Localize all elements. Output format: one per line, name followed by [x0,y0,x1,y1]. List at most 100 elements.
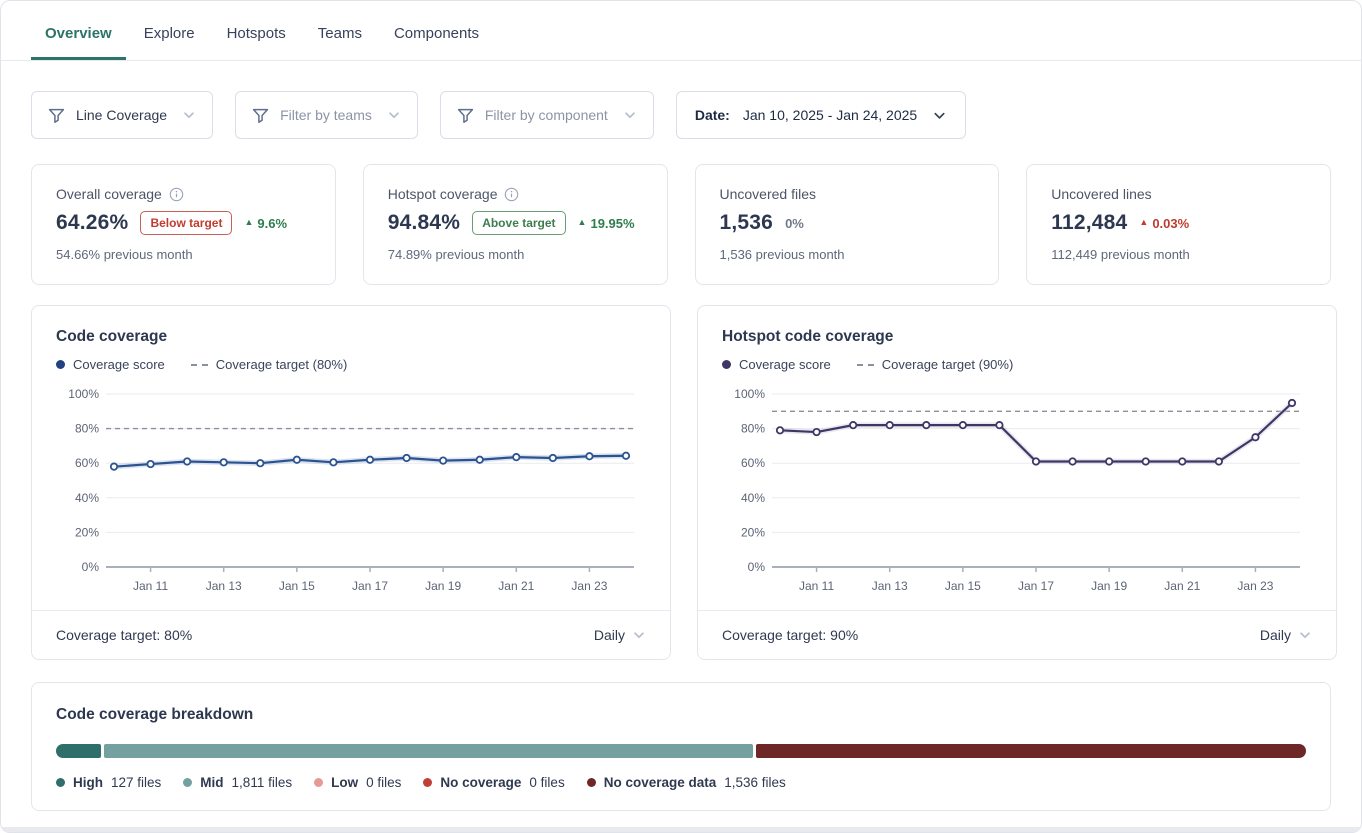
hotspot-coverage-card: Hotspot code coverage Coverage score Cov… [697,305,1337,660]
svg-text:Jan 23: Jan 23 [1237,579,1273,593]
app-window: Overview Explore Hotspots Teams Componen… [0,0,1362,833]
coverage-type-filter[interactable]: Line Coverage [31,91,213,139]
legend-count: 0 files [529,775,564,790]
legend-dot-icon [56,360,65,369]
info-icon[interactable] [504,187,519,202]
code-coverage-card: Code coverage Coverage score Coverage ta… [31,305,671,660]
breakdown-title: Code coverage breakdown [56,706,1306,724]
svg-text:Jan 11: Jan 11 [133,579,168,593]
stat-label: Uncovered lines [1051,186,1306,202]
component-filter[interactable]: Filter by component [440,91,654,139]
stat-value: 112,484 [1051,211,1127,235]
stat-label-text: Hotspot coverage [388,186,498,202]
stat-card-hotspot-coverage: Hotspot coverage 94.84% Above target ▲19… [363,164,668,285]
stat-value: 94.84% [388,211,460,235]
svg-text:Jan 19: Jan 19 [1091,579,1127,593]
svg-text:40%: 40% [75,491,99,505]
filter-bar: Line Coverage Filter by teams Filter by … [1,61,1361,139]
legend-count: 127 files [111,775,161,790]
chart-title: Hotspot code coverage [722,328,1312,346]
info-icon[interactable] [169,187,184,202]
tab-explore[interactable]: Explore [130,25,209,60]
legend-name: Mid [200,775,223,790]
tab-components[interactable]: Components [380,25,493,60]
component-filter-placeholder: Filter by component [485,107,608,123]
chevron-down-icon [632,628,646,642]
legend-dot-icon [183,778,192,787]
legend-name: Low [331,775,358,790]
chart-legend: Coverage score Coverage target (80%) [56,357,646,372]
legend-mid: Mid 1,811 files [183,775,292,790]
svg-text:Jan 13: Jan 13 [206,579,242,593]
svg-text:Jan 15: Jan 15 [945,579,981,593]
svg-text:40%: 40% [741,491,765,505]
code-coverage-chart: 0%20%40%60%80%100%Jan 11Jan 13Jan 15Jan … [56,382,646,597]
breakdown-legend: High 127 files Mid 1,811 files Low 0 fil… [56,775,1306,790]
legend-coverage-target: Coverage target (80%) [191,357,348,372]
interval-dropdown[interactable]: Daily [594,627,646,643]
tab-overview[interactable]: Overview [31,25,126,60]
teams-filter[interactable]: Filter by teams [235,91,418,139]
below-target-badge: Below target [140,211,232,235]
legend-dot-icon [423,778,432,787]
filter-funnel-icon [457,107,474,124]
date-label: Date: [695,107,730,123]
chevron-down-icon [932,108,947,123]
legend-dot-icon [56,778,65,787]
tab-hotspots[interactable]: Hotspots [213,25,300,60]
legend-label: Coverage score [73,357,165,372]
legend-count: 1,536 files [724,775,786,790]
svg-text:100%: 100% [68,387,99,401]
stat-value: 64.26% [56,211,128,235]
svg-text:Jan 21: Jan 21 [498,579,534,593]
svg-text:0%: 0% [82,560,100,574]
svg-text:Jan 13: Jan 13 [872,579,908,593]
stat-previous: 112,449 previous month [1051,247,1306,262]
coverage-target-text: Coverage target: 80% [56,627,192,643]
legend-dash-icon [857,364,874,366]
stat-label-text: Uncovered files [720,186,817,202]
chart-legend: Coverage score Coverage target (90%) [722,357,1312,372]
date-range-filter[interactable]: Date: Jan 10, 2025 - Jan 24, 2025 [676,91,966,139]
svg-text:20%: 20% [75,525,99,539]
up-arrow-icon: ▲ [244,218,253,227]
above-target-badge: Above target [472,211,565,235]
teams-filter-placeholder: Filter by teams [280,107,372,123]
stat-cards-row: Overall coverage 64.26% Below target ▲9.… [1,139,1361,285]
svg-text:Jan 15: Jan 15 [279,579,315,593]
legend-count: 1,811 files [232,775,293,790]
legend-label: Coverage target (90%) [882,357,1014,372]
tab-teams[interactable]: Teams [304,25,376,60]
stat-delta: 0% [785,216,804,231]
legend-label: Coverage score [739,357,831,372]
stat-previous: 54.66% previous month [56,247,311,262]
stat-label: Hotspot coverage [388,186,643,202]
date-range-value: Jan 10, 2025 - Jan 24, 2025 [743,107,917,123]
chart-footer: Coverage target: 80% Daily [32,610,670,659]
stat-label: Overall coverage [56,186,311,202]
svg-text:Jan 23: Jan 23 [571,579,607,593]
interval-value: Daily [1260,627,1291,643]
legend-dash-icon [191,364,208,366]
interval-dropdown[interactable]: Daily [1260,627,1312,643]
svg-text:100%: 100% [734,387,765,401]
breakdown-segment-no-coverage-data [756,744,1306,758]
breakdown-segment-mid [104,744,753,758]
coverage-breakdown-card: Code coverage breakdown High 127 files M… [31,682,1331,811]
svg-text:Jan 19: Jan 19 [425,579,461,593]
legend-coverage-score: Coverage score [56,357,165,372]
legend-no-coverage-data: No coverage data 1,536 files [587,775,786,790]
stat-card-uncovered-lines: Uncovered lines 112,484 ▲0.03% 112,449 p… [1026,164,1331,285]
legend-dot-icon [722,360,731,369]
breakdown-segment-high [56,744,101,758]
stat-delta: ▲19.95% [578,216,635,231]
svg-text:Jan 21: Jan 21 [1164,579,1200,593]
hotspot-coverage-chart: 0%20%40%60%80%100%Jan 11Jan 13Jan 15Jan … [722,382,1312,597]
stat-previous: 74.89% previous month [388,247,643,262]
legend-dot-icon [587,778,596,787]
stat-label-text: Overall coverage [56,186,162,202]
window-bottom-edge [1,827,1361,832]
legend-name: High [73,775,103,790]
legend-coverage-score: Coverage score [722,357,831,372]
chevron-down-icon [182,108,196,122]
